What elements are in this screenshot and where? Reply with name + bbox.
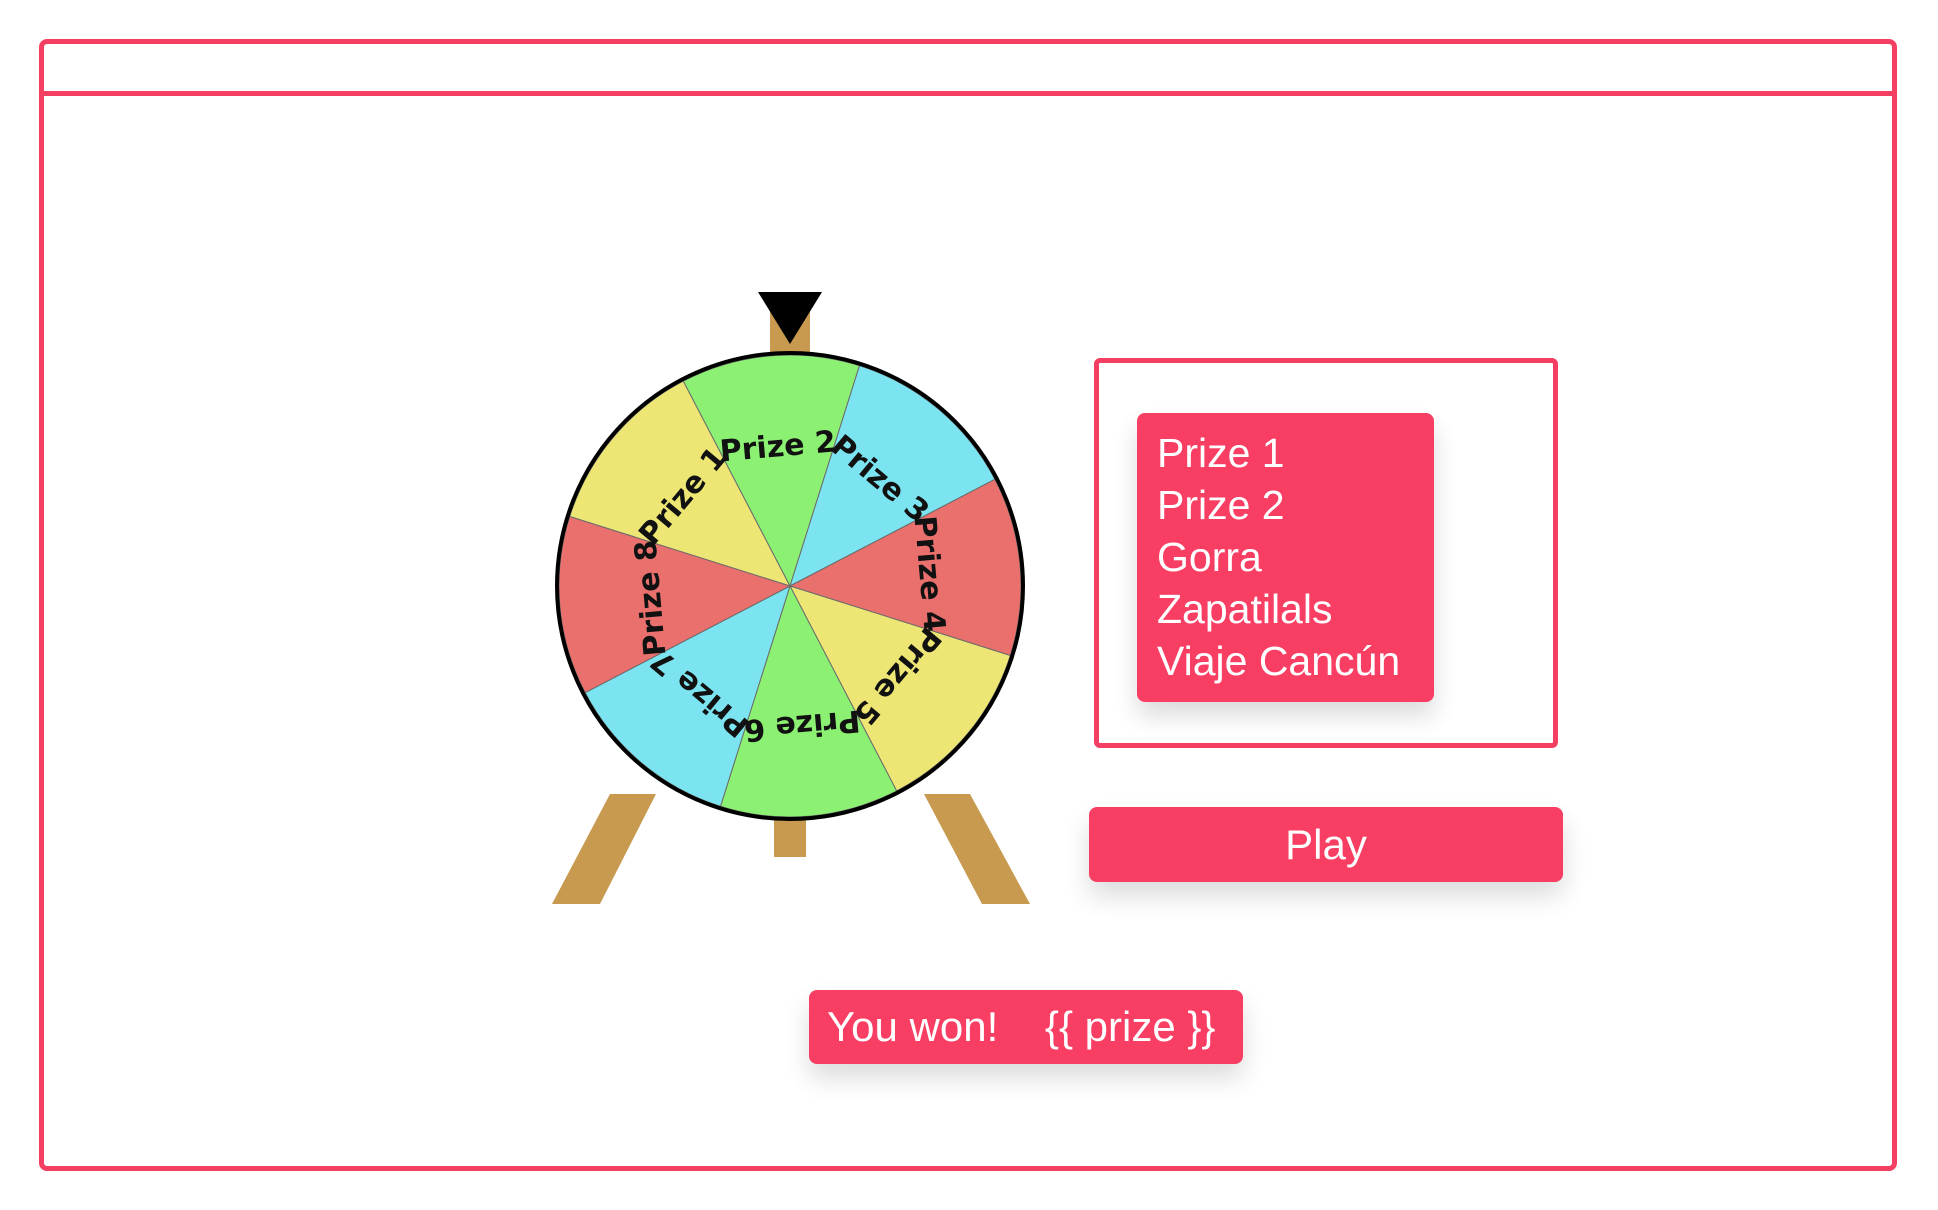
play-button[interactable]: Play (1089, 807, 1563, 882)
prize-panel: Prize 1 Prize 2 Gorra Zapatilals Viaje Cancú… (1094, 358, 1558, 748)
prize-list-item: Gorra (1157, 534, 1262, 580)
prize-list-item: Viaje Cancún (1157, 638, 1401, 684)
wheel-segments (558, 354, 1022, 818)
header-bar (44, 44, 1892, 96)
prize-list: Prize 1 Prize 2 Gorra Zapatilals Viaje Cancú… (1137, 413, 1434, 702)
stand-left-leg (552, 794, 656, 904)
prize-list-item: Prize 1 (1157, 430, 1285, 476)
prize-list-item: Prize 2 (1157, 482, 1285, 528)
stand-right-leg (924, 794, 1030, 904)
result-badge: You won! {{ prize }} (809, 990, 1243, 1064)
wheel-graphic: Prize 1Prize 2Prize 3Prize 4Prize 5Prize… (552, 292, 1030, 904)
pointer-arrow-icon (758, 292, 822, 344)
prize-list-item: Zapatilals (1157, 586, 1333, 632)
prize-wheel: Prize 1 Prize 2 Prize 3 Prize 4 Prize 5 Prize… (540, 282, 1040, 907)
